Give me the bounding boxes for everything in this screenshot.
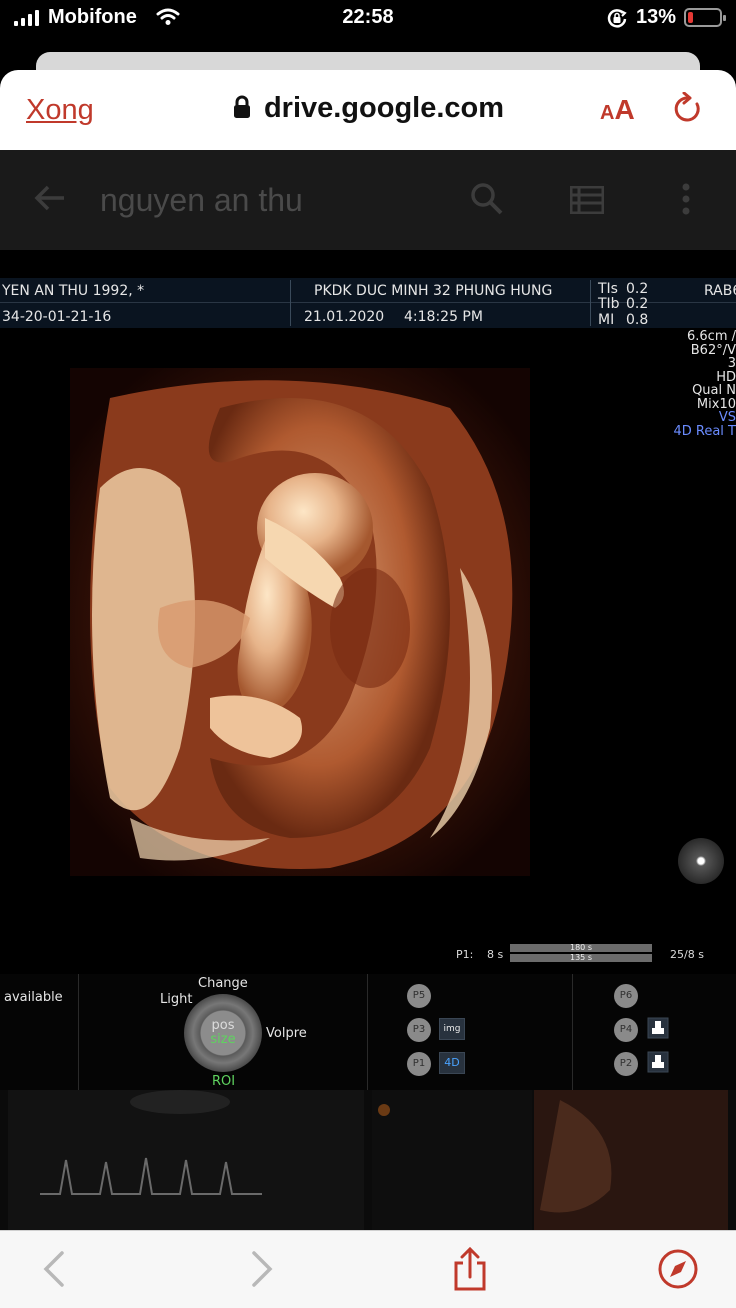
clinic-name: PKDK DUC MINH 32 PHUNG HUNG	[314, 283, 553, 299]
compass-icon[interactable]	[656, 1247, 700, 1296]
search-icon[interactable]	[470, 182, 504, 221]
scan-time: 4:18:25 PM	[404, 309, 483, 325]
scan-parameters: 6.6cm / B62°/V 3 HD Qual N Mix10 VS 4D R…	[673, 330, 736, 438]
timeline-bar-bottom: 135 s	[510, 954, 652, 962]
back-icon[interactable]	[40, 1249, 68, 1294]
p2-button[interactable]: P2	[614, 1052, 638, 1076]
light-label: Light	[160, 992, 193, 1007]
p4-button[interactable]: P4	[614, 1018, 638, 1042]
ultrasound-image: YEN AN THU 1992, * 34-20-01-21-16 PKDK D…	[0, 250, 736, 1230]
battery-icon	[684, 8, 726, 27]
text-size-button[interactable]: AA	[600, 94, 635, 126]
p6-button[interactable]: P6	[614, 984, 638, 1008]
scan-header: YEN AN THU 1992, * 34-20-01-21-16 PKDK D…	[0, 278, 736, 328]
change-label: Change	[198, 976, 248, 991]
reload-icon[interactable]	[672, 91, 704, 131]
p1-button[interactable]: P1	[407, 1052, 431, 1076]
share-icon[interactable]	[450, 1246, 490, 1296]
status-bar: Mobifone 22:58 13%	[0, 0, 736, 40]
mi-value: 0.8	[626, 312, 649, 328]
lock-icon	[232, 94, 252, 127]
tis-value: 0.2	[626, 281, 649, 297]
patient-id: 34-20-01-21-16	[2, 309, 112, 325]
probe-name: RAB6	[704, 283, 736, 299]
p5-button[interactable]: P5	[407, 984, 431, 1008]
back-arrow-icon[interactable]	[34, 184, 66, 217]
mi-label: MI	[598, 312, 615, 328]
volpre-label: Volpre	[266, 1026, 307, 1041]
forward-icon[interactable]	[248, 1249, 276, 1294]
fetal-3d-render	[70, 368, 530, 876]
tis-label: TIs	[598, 281, 618, 297]
img-button[interactable]: img	[439, 1018, 465, 1040]
file-title: nguyen an thu	[100, 182, 303, 218]
patient-name: YEN AN THU 1992, *	[2, 283, 145, 299]
scan-date: 21.01.2020	[304, 309, 385, 325]
control-panel: available Light Change Volpre ROI pos si…	[0, 974, 736, 1090]
p1-value: 8 s	[487, 948, 504, 961]
thumbnail-strip	[0, 1090, 736, 1230]
url-text: drive.google.com	[263, 92, 505, 124]
more-options-icon[interactable]	[680, 182, 692, 221]
p3-button[interactable]: P3	[407, 1018, 431, 1042]
pos-size-knob[interactable]: pos size	[184, 994, 262, 1072]
drive-app-bar: nguyen an thu	[0, 150, 736, 250]
p1-label: P1:	[456, 948, 474, 961]
printer-icon[interactable]	[646, 1050, 670, 1078]
trackball-icon[interactable]	[678, 838, 724, 884]
cine-timeline: P1: 8 s 180 s 135 s 25/8 s	[0, 944, 736, 974]
printer-icon[interactable]	[646, 1016, 670, 1044]
timeline-bar-top: 180 s	[510, 944, 652, 952]
tib-value: 0.2	[626, 296, 649, 312]
rotation-lock-icon	[606, 8, 628, 35]
battery-percent: 13%	[636, 6, 677, 28]
timeline-right: 25/8 s	[670, 948, 704, 961]
tib-label: TIb	[598, 296, 620, 312]
available-label: available	[4, 990, 63, 1005]
browser-header: Xong drive.google.com AA	[0, 70, 736, 150]
browser-toolbar	[0, 1230, 736, 1308]
roi-label: ROI	[212, 1074, 236, 1089]
details-list-icon[interactable]	[569, 185, 605, 219]
4d-button[interactable]: 4D	[439, 1052, 465, 1074]
